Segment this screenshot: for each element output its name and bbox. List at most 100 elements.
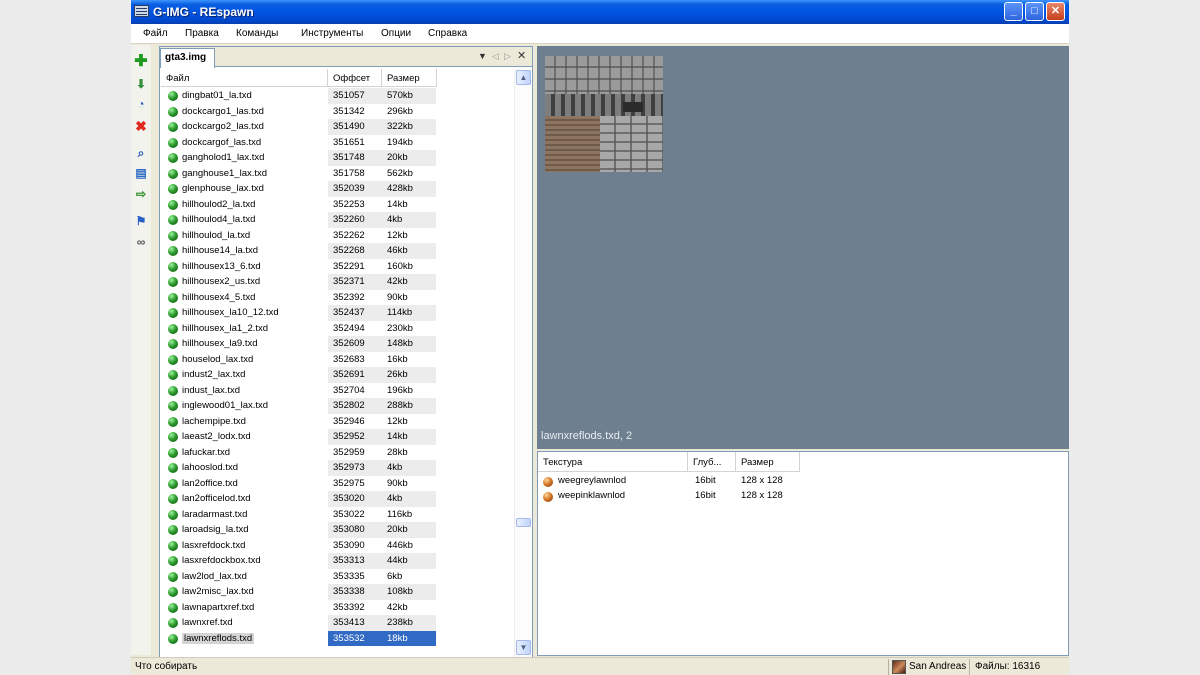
maximize-button[interactable]: □ (1025, 2, 1044, 21)
file-row[interactable]: hillhousex_la10_12.txd 352437 114kb (166, 305, 436, 321)
file-row[interactable]: lasxrefdockbox.txd 353313 44kb (166, 553, 436, 569)
title-bar[interactable]: G-IMG - REspawn _ □ ✕ (131, 0, 1069, 24)
tab-next-icon[interactable]: ▷ (504, 51, 511, 62)
file-name: lawnxref.txd (182, 617, 233, 628)
import-icon[interactable]: ⬇ (134, 77, 148, 91)
file-row[interactable]: indust2_lax.txd 352691 26kb (166, 367, 436, 383)
file-row[interactable]: hillhouse14_la.txd 352268 46kb (166, 243, 436, 259)
file-row[interactable]: law2lod_lax.txd 353335 6kb (166, 569, 436, 585)
file-row[interactable]: dockcargo1_las.txd 351342 296kb (166, 104, 436, 120)
file-row[interactable]: houselod_lax.txd 352683 16kb (166, 352, 436, 368)
file-name: hillhousex13_6.txd (182, 260, 261, 272)
file-panel: gta3.img ▼ ◁ ▷ ✕ Файл Оффсет Размер ding… (159, 46, 533, 658)
file-status-icon (168, 401, 178, 411)
file-name: lasxrefdockbox.txd (182, 555, 261, 566)
file-row[interactable]: laeast2_lodx.txd 352952 14kb (166, 429, 436, 445)
add-icon[interactable]: ✚ (134, 54, 148, 70)
column-size[interactable]: Размер (382, 69, 437, 87)
file-offset: 352253 (333, 198, 365, 210)
tab-close-icon[interactable]: ✕ (517, 49, 526, 62)
file-size: 194kb (387, 136, 413, 148)
file-offset: 352494 (333, 322, 365, 334)
column-depth[interactable]: Глуб... (688, 452, 736, 472)
menu-help[interactable]: Справка (428, 28, 467, 39)
texture-name: weegreylawnlod (558, 475, 627, 486)
file-offset: 351758 (333, 167, 365, 179)
tab-gta3-img[interactable]: gta3.img (160, 48, 215, 68)
menu-options[interactable]: Опции (381, 28, 411, 39)
file-row[interactable]: indust_lax.txd 352704 196kb (166, 383, 436, 399)
file-row[interactable]: lawnapartxref.txd 353392 42kb (166, 600, 436, 616)
file-status-icon (168, 525, 178, 535)
vertical-scrollbar[interactable]: ▲ ▼ (514, 69, 531, 657)
export-icon[interactable]: ⇨ (134, 187, 148, 201)
file-name: hillhousex4_5.txd (182, 291, 256, 303)
file-row[interactable]: lawnxreflods.txd 353532 18kb (166, 630, 436, 646)
file-offset: 351342 (333, 105, 365, 117)
scroll-up-button[interactable]: ▲ (516, 70, 531, 85)
search-icon[interactable]: ⌕ (134, 146, 148, 160)
scroll-down-button[interactable]: ▼ (516, 640, 531, 655)
file-row[interactable]: dingbat01_la.txd 351057 570kb (166, 88, 436, 104)
column-tex-size[interactable]: Размер (736, 452, 800, 472)
file-row[interactable]: glenphouse_lax.txd 352039 428kb (166, 181, 436, 197)
file-row[interactable]: lawnxref.txd 353413 238kb (166, 615, 436, 631)
file-row[interactable]: hillhousex4_5.txd 352392 90kb (166, 290, 436, 306)
file-row[interactable]: hillhousex_la9.txd 352609 148kb (166, 336, 436, 352)
file-row[interactable]: hillhoulod4_la.txd 352260 4kb (166, 212, 436, 228)
file-row[interactable]: lan2office.txd 352975 90kb (166, 476, 436, 492)
file-row[interactable]: inglewood01_lax.txd 352802 288kb (166, 398, 436, 414)
file-offset: 353335 (333, 570, 365, 582)
file-row[interactable]: hillhousex_la1_2.txd 352494 230kb (166, 321, 436, 337)
file-row[interactable]: lahooslod.txd 352973 4kb (166, 460, 436, 476)
file-size: 108kb (382, 584, 436, 600)
column-offset[interactable]: Оффсет (328, 69, 382, 87)
file-status-icon (168, 91, 178, 101)
menu-tools[interactable]: Инструменты (301, 28, 363, 39)
texture-row[interactable]: weegreylawnlod 16bit 128 x 128 (543, 474, 803, 489)
status-divider (969, 659, 970, 675)
tab-prev-icon[interactable]: ◁ (492, 51, 499, 62)
column-file[interactable]: Файл (161, 69, 328, 87)
menu-file[interactable]: Файл (143, 28, 168, 39)
menu-edit[interactable]: Правка (185, 28, 219, 39)
file-name: laeast2_lodx.txd (182, 431, 251, 442)
column-texture[interactable]: Текстура (538, 452, 688, 472)
file-row[interactable]: hillhousex13_6.txd 352291 160kb (166, 259, 436, 275)
file-row[interactable]: lafuckar.txd 352959 28kb (166, 445, 436, 461)
file-row[interactable]: hillhousex2_us.txd 352371 42kb (166, 274, 436, 290)
file-offset: 351651 (333, 136, 365, 148)
stopwatch-icon[interactable]: ◔ (134, 97, 148, 111)
menu-bar: Файл Правка Команды Инструменты Опции Сп… (131, 24, 1069, 44)
file-name: hillhouse14_la.txd (182, 245, 259, 256)
delete-icon[interactable]: ✖ (134, 119, 148, 133)
file-row[interactable]: lachempipe.txd 352946 12kb (166, 414, 436, 430)
file-row[interactable]: lan2officelod.txd 353020 4kb (166, 491, 436, 507)
file-row[interactable]: ganghouse1_lax.txd 351758 562kb (166, 166, 436, 182)
file-row[interactable]: dockcargo2_las.txd 351490 322kb (166, 119, 436, 135)
tab-dropdown-icon[interactable]: ▼ (478, 51, 487, 61)
texture-preview: lawnxreflods.txd, 2 (537, 46, 1069, 449)
file-row[interactable]: lasxrefdock.txd 353090 446kb (166, 538, 436, 554)
file-offset: 352975 (333, 477, 365, 489)
rebuild-icon[interactable]: ▤ (134, 166, 148, 180)
file-row[interactable]: laradarmast.txd 353022 116kb (166, 507, 436, 523)
file-size: 114kb (382, 305, 436, 321)
menu-commands[interactable]: Команды (236, 28, 278, 39)
file-row[interactable]: law2misc_lax.txd 353338 108kb (166, 584, 436, 600)
file-row[interactable]: laroadsig_la.txd 353080 20kb (166, 522, 436, 538)
texture-row[interactable]: weepinklawnlod 16bit 128 x 128 (543, 489, 803, 504)
file-row[interactable]: hillhoulod2_la.txd 352253 14kb (166, 197, 436, 213)
file-status-icon (168, 509, 178, 520)
close-button[interactable]: ✕ (1046, 2, 1065, 21)
file-row[interactable]: gangholod1_lax.txd 351748 20kb (166, 150, 436, 166)
flag-icon[interactable]: ⚑ (134, 214, 148, 228)
file-offset: 352371 (328, 274, 382, 290)
file-row[interactable]: hillhoulod_la.txd 352262 12kb (166, 228, 436, 244)
scroll-thumb[interactable] (516, 518, 531, 527)
file-size: 148kb (382, 336, 436, 352)
minimize-button[interactable]: _ (1004, 2, 1023, 21)
file-row[interactable]: dockcargof_las.txd 351651 194kb (166, 135, 436, 151)
link-icon[interactable]: ∞ (134, 235, 148, 249)
preview-caption: lawnxreflods.txd, 2 (541, 430, 633, 442)
